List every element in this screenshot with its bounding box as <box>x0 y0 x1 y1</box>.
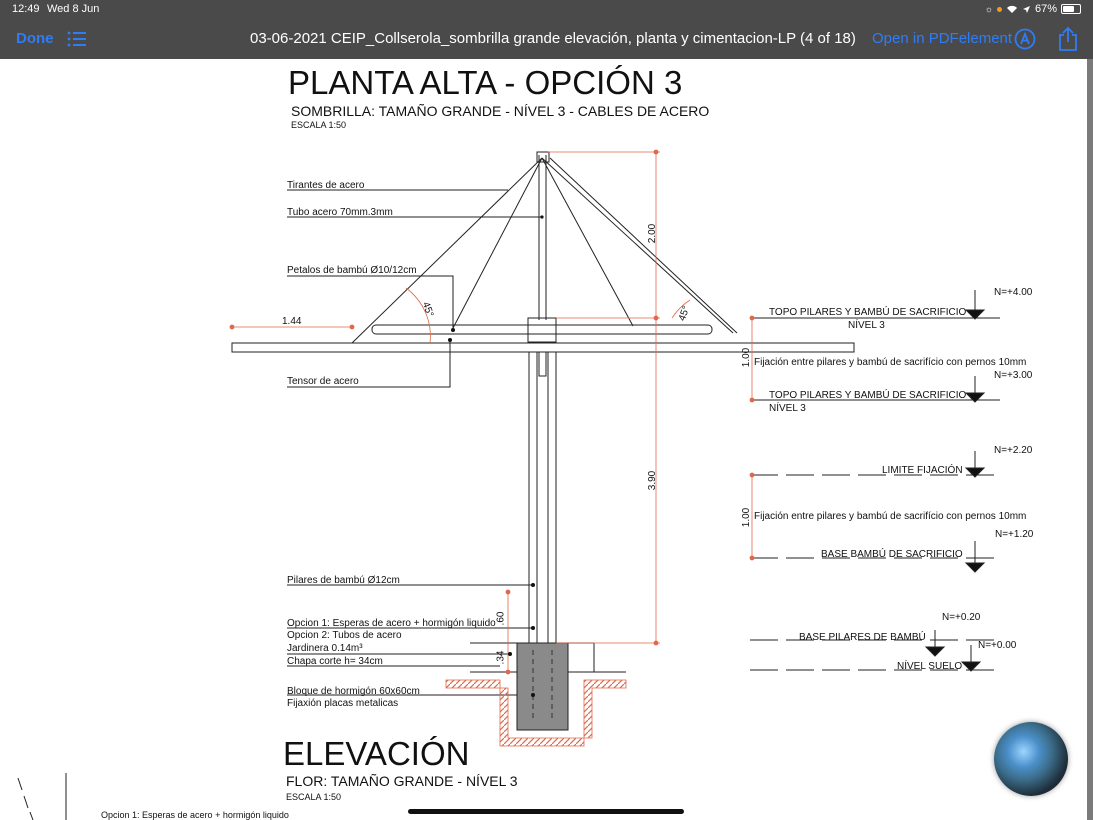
label-opcion1: Opcion 1: Esperas de acero + hormigón li… <box>287 618 496 629</box>
label-tirantes: Tirantes de acero <box>287 180 365 191</box>
level-topo2: TOPO PILARES Y BAMBÚ DE SACRIFICIO <box>769 390 967 401</box>
level-base-bambu: BASE BAMBÚ DE SACRIFICIO <box>821 549 963 560</box>
elevation-title: ELEVACIÓN <box>283 735 470 772</box>
level-topo1-sub: NÍVEL 3 <box>848 320 885 331</box>
label-pilares: Pilares de bambú Ø12cm <box>287 575 400 586</box>
bottom-cut-label: Opcion 1: Esperas de acero + hormigón li… <box>101 810 289 820</box>
status-date: Wed 8 Jun <box>47 3 100 15</box>
wifi-icon <box>1006 5 1017 13</box>
elevation-subtitle: FLOR: TAMAÑO GRANDE - NÍVEL 3 <box>286 773 518 789</box>
dim-60: .60 <box>495 611 507 626</box>
dim-34: .34 <box>495 650 507 665</box>
label-petalos: Petalos de bambú Ø10/12cm <box>287 265 417 276</box>
level-n300: N=+3.00 <box>994 370 1033 381</box>
label-opcion2: Opcion 2: Tubos de acero <box>287 630 402 641</box>
level-suelo: NÍVEL SUELO <box>897 661 963 672</box>
navigation-bar: Done 03-06-2021 CEIP_Collserola_sombrill… <box>0 20 1093 59</box>
level-n000: N=+0.00 <box>978 640 1017 651</box>
label-tubo: Tubo acero 70mm.3mm <box>287 207 393 218</box>
outline-list-icon[interactable] <box>67 30 87 48</box>
dim-3-90: 3.90 <box>647 470 659 491</box>
level-base-pilares: BASE PILARES DE BAMBÚ <box>799 632 926 643</box>
scrollbar[interactable] <box>1087 59 1093 820</box>
label-fijacion-placas: Fijaxión placas metalicas <box>287 698 399 709</box>
level-n120: N=+1.20 <box>995 529 1034 540</box>
label-bloque: Bloque de hormigón 60x60cm <box>287 686 420 697</box>
battery-percent: 67% <box>1034 3 1057 15</box>
level-fijacion2: Fijación entre pilares y bambú de sacrif… <box>754 511 1027 522</box>
technical-drawing <box>17 149 1000 820</box>
markup-icon[interactable] <box>1014 28 1036 50</box>
brightness-icon: ☼ <box>984 4 993 14</box>
level-n220: N=+2.20 <box>994 445 1033 456</box>
level-limite: LIMITE FIJACIÓN <box>882 465 963 476</box>
level-topo1: TOPO PILARES Y BAMBÚ DE SACRIFICIO <box>769 307 967 318</box>
battery-icon <box>1061 4 1081 14</box>
level-n020: N=+0.20 <box>942 612 981 623</box>
dim-1-00-upper: 1.00 <box>741 347 753 368</box>
home-indicator[interactable] <box>408 809 684 814</box>
done-button[interactable]: Done <box>16 30 54 47</box>
level-topo2-sub: NÍVEL 3 <box>769 403 806 414</box>
dim-2-00: 2.00 <box>647 223 659 244</box>
siri-orb-icon[interactable] <box>994 722 1068 796</box>
level-fijacion1: Fijación entre pilares y bambú de sacrif… <box>754 357 1027 368</box>
dim-1-44: 1.44 <box>282 316 302 327</box>
label-tensor: Tensor de acero <box>287 376 359 387</box>
elevation-scale: ESCALA 1:50 <box>286 792 342 802</box>
drawing-scale: ESCALA 1:50 <box>291 120 347 130</box>
status-indicators: ☼ 67% <box>985 3 1081 15</box>
document-title: 03-06-2021 CEIP_Collserola_sombrilla gra… <box>250 30 856 47</box>
label-jardinera: Jardinera 0.14m³ <box>287 643 363 654</box>
level-n400: N=+4.00 <box>994 287 1033 298</box>
orange-dot-icon <box>996 6 1002 12</box>
battery-fill <box>1063 6 1074 12</box>
dim-1-00-lower: 1.00 <box>741 507 753 528</box>
status-bar: 12:49 Wed 8 Jun ☼ 67% <box>0 0 1093 20</box>
share-icon[interactable] <box>1057 26 1079 52</box>
location-icon <box>1022 5 1030 13</box>
drawing-subtitle: SOMBRILLA: TAMAÑO GRANDE - NÍVEL 3 - CAB… <box>291 103 710 119</box>
status-time: 12:49 <box>12 3 40 15</box>
label-chapa: Chapa corte h= 34cm <box>287 656 383 667</box>
open-in-pdfelement-button[interactable]: Open in PDFelement <box>872 30 1012 47</box>
drawing-title: PLANTA ALTA - OPCIÓN 3 <box>288 64 683 101</box>
